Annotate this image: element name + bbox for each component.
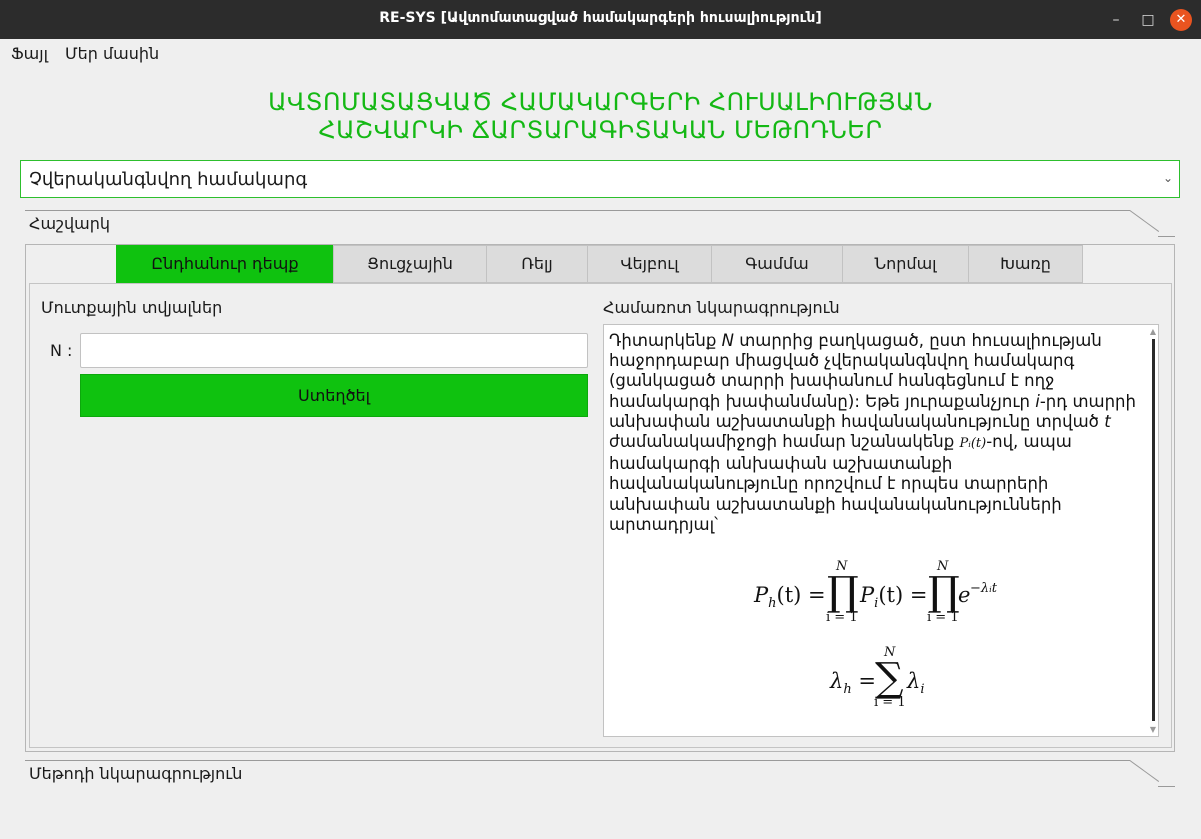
scroll-up-icon[interactable]: ▲ (1150, 327, 1156, 336)
input-section-label: Մուտքային տվյալներ (41, 298, 223, 317)
tab-weibull[interactable]: Վեյբուլ (587, 245, 712, 283)
method-group-divider (25, 760, 1130, 761)
summary-section-label: Համառոտ նկարագրություն (603, 298, 840, 317)
create-button[interactable]: Ստեղծել (80, 374, 588, 417)
title-bar: RE-SYS [Ավտոմատացված համակարգերի հուսալի… (0, 0, 1201, 39)
tab-normal[interactable]: Նորմալ (842, 245, 969, 283)
summary-text: Դիտարկենք N տարրից բաղկացած, ըստ հուսալի… (609, 331, 1136, 534)
n-input[interactable] (80, 333, 588, 368)
scroll-down-icon[interactable]: ▼ (1150, 725, 1156, 734)
calc-group-divider (25, 210, 1130, 211)
system-type-selected: Չվերականգնվող համակարգ (29, 169, 308, 190)
tab-gamma[interactable]: Գամմա (711, 245, 843, 283)
tab-general[interactable]: Ընդհանուր դեպք (116, 245, 334, 283)
method-group-corner (1129, 760, 1160, 782)
tab-mixed[interactable]: Խառը (968, 245, 1083, 283)
menu-about[interactable]: Մեր մասին (65, 44, 159, 63)
menu-bar: Ֆայլ Մեր մասին (0, 39, 1201, 67)
n-label: N : (50, 341, 73, 360)
calc-group-divider-end (1158, 236, 1175, 237)
window-title: RE-SYS [Ավտոմատացված համակարգերի հուսալի… (379, 10, 822, 26)
minimize-icon[interactable]: – (1106, 10, 1126, 30)
method-group-label: Մեթոդի նկարագրություն (29, 764, 243, 783)
calc-group-corner (1129, 210, 1160, 232)
page-title-line1: ԱՎՏՈՄԱՏԱՑՎԱԾ ՀԱՄԱԿԱՐԳԵՐԻ ՀՈՒՍԱԼԻՈՒԹՅԱՆ (268, 88, 933, 116)
maximize-icon[interactable]: □ (1138, 10, 1158, 30)
tab-rayleigh[interactable]: Ռելյ (486, 245, 588, 283)
page-title-line2: ՀԱՇՎԱՐԿԻ ՃԱՐՏԱՐԱԳԻՏԱԿԱՆ ՄԵԹՈԴՆԵՐ (318, 116, 883, 144)
system-type-select[interactable]: Չվերականգնվող համակարգ ⌄ (20, 160, 1180, 198)
summary-text-area[interactable]: Դիտարկենք N տարրից բաղկացած, ըստ հուսալի… (603, 324, 1159, 737)
menu-file[interactable]: Ֆայլ (11, 44, 48, 63)
scrollbar[interactable] (1152, 339, 1155, 721)
method-group-divider-end (1158, 786, 1175, 787)
chevron-down-icon: ⌄ (1162, 171, 1173, 185)
calc-group-label: Հաշվարկ (29, 214, 111, 233)
close-icon[interactable]: ✕ (1170, 9, 1192, 31)
tab-exponential[interactable]: Ցուցչային (333, 245, 487, 283)
